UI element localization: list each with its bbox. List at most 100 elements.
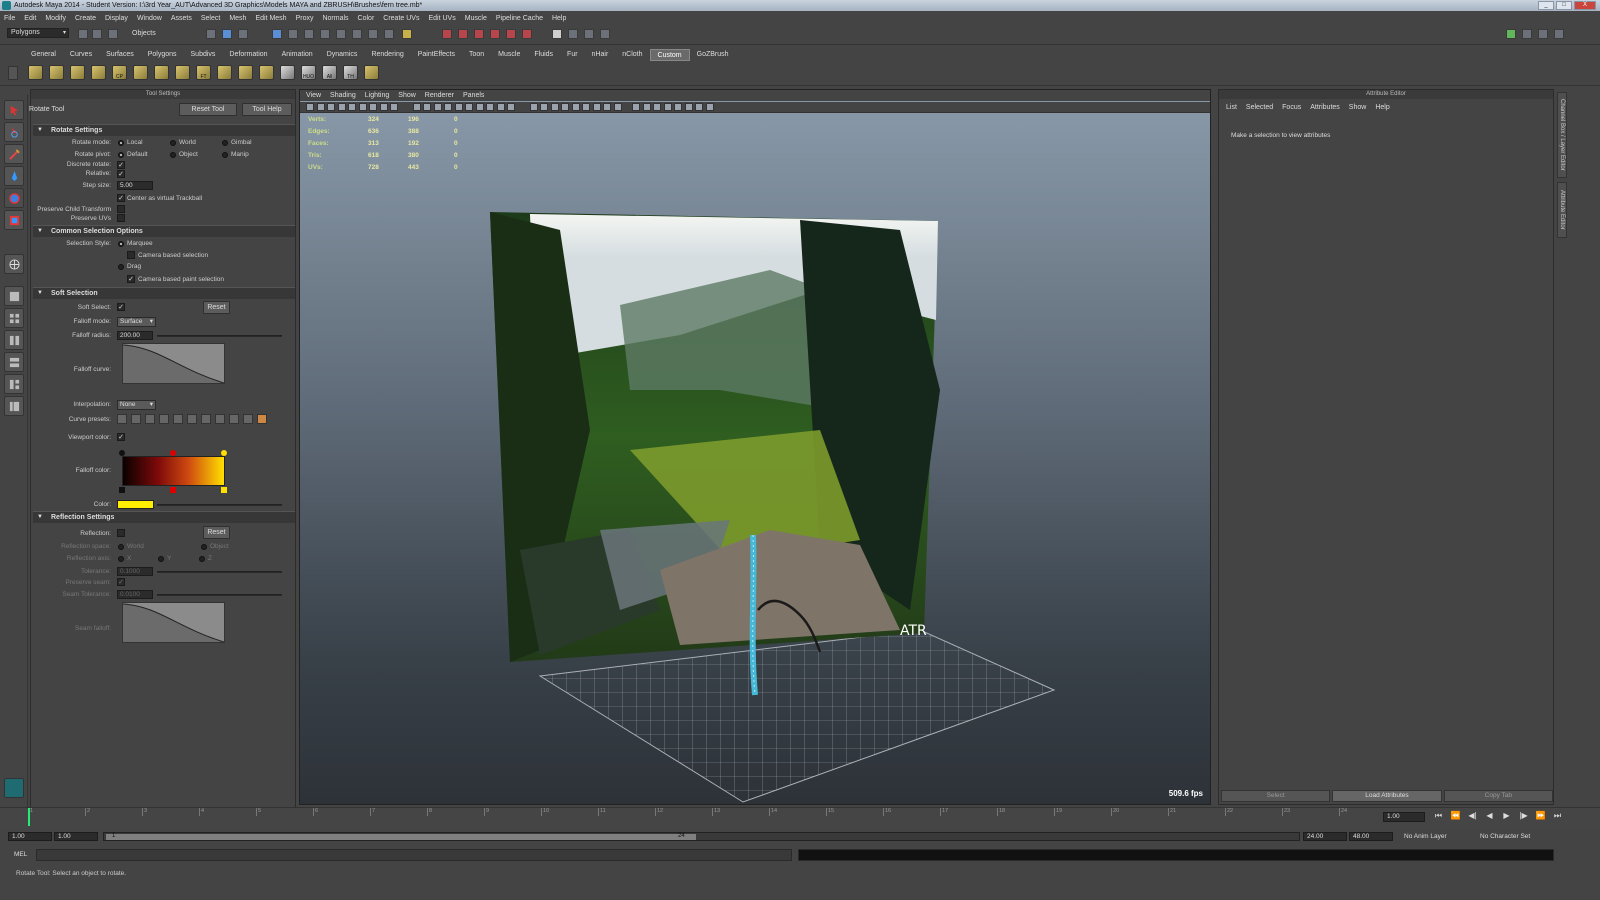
- menu-window[interactable]: Window: [137, 15, 162, 22]
- range-fill[interactable]: [106, 834, 696, 840]
- playback-button-0[interactable]: ⏮: [1432, 811, 1445, 821]
- menu-edit[interactable]: Edit: [24, 15, 36, 22]
- mel-label[interactable]: MEL: [14, 851, 27, 858]
- shelf-button-icon[interactable]: [238, 65, 253, 80]
- shelf-tab-rendering[interactable]: Rendering: [364, 49, 410, 61]
- curve-preset-icon[interactable]: [229, 414, 239, 424]
- reset-tool-button[interactable]: Reset Tool: [179, 103, 237, 116]
- step-size-field[interactable]: 5.00: [117, 181, 153, 190]
- ramp-handle-start[interactable]: [119, 487, 125, 493]
- falloff-mode-dropdown[interactable]: Surface: [117, 317, 156, 327]
- rotate-mode-local-radio[interactable]: [118, 140, 124, 146]
- trackball-checkbox[interactable]: ✓: [117, 194, 125, 202]
- rotate-mode-world-radio[interactable]: [170, 140, 176, 146]
- shelf-button-icon[interactable]: [364, 65, 379, 80]
- history-icon[interactable]: [352, 29, 362, 39]
- transform-icon[interactable]: [568, 29, 578, 39]
- axis-x-radio[interactable]: [118, 556, 124, 562]
- menu-modify[interactable]: Modify: [45, 15, 66, 22]
- curve-preset-icon[interactable]: [215, 414, 225, 424]
- drag-radio[interactable]: [118, 264, 124, 270]
- menu-file[interactable]: File: [4, 15, 15, 22]
- shelf-button-icon[interactable]: [217, 65, 232, 80]
- interpolation-dropdown[interactable]: None: [117, 400, 156, 410]
- menu-mesh[interactable]: Mesh: [229, 15, 246, 22]
- show-attribute-editor-icon[interactable]: [1522, 29, 1532, 39]
- falloff-radius-field[interactable]: 200.00: [117, 331, 153, 340]
- soft-selection-header[interactable]: Soft Selection: [33, 287, 295, 299]
- shelf-tab-curves[interactable]: Curves: [63, 49, 99, 61]
- shelf-tab-ncloth[interactable]: nCloth: [615, 49, 649, 61]
- shelf-tab-toon[interactable]: Toon: [462, 49, 491, 61]
- shelf-tab-surfaces[interactable]: Surfaces: [99, 49, 141, 61]
- tool-help-button[interactable]: Tool Help: [242, 103, 292, 116]
- tolerance-field[interactable]: 0.1000: [117, 567, 153, 576]
- menu-edit-mesh[interactable]: Edit Mesh: [255, 15, 286, 22]
- select-button[interactable]: Select: [1221, 790, 1331, 802]
- select-components-icon[interactable]: [238, 29, 248, 39]
- anim-end-field[interactable]: 48.00: [1349, 832, 1393, 841]
- lock-icon[interactable]: [402, 29, 412, 39]
- reflection-space-object-radio[interactable]: [201, 544, 207, 550]
- menu-pipeline-cache[interactable]: Pipeline Cache: [496, 15, 543, 22]
- playback-button-2[interactable]: ◀|: [1466, 811, 1479, 821]
- layout-hypershade-icon[interactable]: [4, 374, 24, 394]
- soft-select-reset-button[interactable]: Reset: [203, 301, 230, 314]
- discrete-rotate-checkbox[interactable]: ✓: [117, 161, 125, 169]
- shelf-button-icon[interactable]: All: [322, 65, 337, 80]
- curve-preset-icon[interactable]: [117, 414, 127, 424]
- reflection-reset-button[interactable]: Reset: [203, 526, 230, 539]
- falloff-radius-slider[interactable]: [157, 335, 282, 337]
- shelf-tab-fluids[interactable]: Fluids: [527, 49, 560, 61]
- curve-preset-icon[interactable]: [131, 414, 141, 424]
- shelf-button-icon[interactable]: [91, 65, 106, 80]
- snap-view-plane-icon[interactable]: [320, 29, 330, 39]
- construction-history-icon[interactable]: [384, 29, 394, 39]
- menu-muscle[interactable]: Muscle: [465, 15, 487, 22]
- shelf-tab-deformation[interactable]: Deformation: [222, 49, 274, 61]
- shelf-button-icon[interactable]: [259, 65, 274, 80]
- rotate-tool-icon[interactable]: [4, 188, 24, 208]
- menu-display[interactable]: Display: [105, 15, 128, 22]
- paint-select-tool-icon[interactable]: [4, 144, 24, 164]
- menu-color[interactable]: Color: [358, 15, 375, 22]
- seam-falloff-graph[interactable]: [122, 602, 225, 643]
- shelf-tab-muscle[interactable]: Muscle: [491, 49, 527, 61]
- shelf-tab-fur[interactable]: Fur: [560, 49, 585, 61]
- input-output-icon[interactable]: [368, 29, 378, 39]
- snap-together-icon[interactable]: [584, 29, 594, 39]
- menu-assets[interactable]: Assets: [171, 15, 192, 22]
- menu-proxy[interactable]: Proxy: [296, 15, 314, 22]
- menu-set-dropdown[interactable]: Polygons: [7, 28, 69, 38]
- shelf-tab-nhair[interactable]: nHair: [585, 49, 616, 61]
- ipr-render-icon[interactable]: [458, 29, 468, 39]
- color-swatch[interactable]: [117, 500, 154, 509]
- ramp-handle-end[interactable]: [221, 487, 227, 493]
- new-scene-icon[interactable]: [78, 29, 88, 39]
- select-objects-icon[interactable]: [222, 29, 232, 39]
- menu-select[interactable]: Select: [201, 15, 220, 22]
- color-slider[interactable]: [157, 504, 282, 506]
- attr-menu-help[interactable]: Help: [1375, 102, 1389, 114]
- playback-button-1[interactable]: ⏪: [1449, 811, 1462, 821]
- curve-preset-icon[interactable]: [145, 414, 155, 424]
- shelf-tab-animation[interactable]: Animation: [275, 49, 320, 61]
- shelf-button-icon[interactable]: FT: [196, 65, 211, 80]
- save-scene-icon[interactable]: [108, 29, 118, 39]
- falloff-curve-graph[interactable]: [122, 343, 225, 384]
- reflection-settings-header[interactable]: Reflection Settings: [33, 511, 295, 523]
- batch-render-icon[interactable]: [522, 29, 532, 39]
- camera-based-selection-checkbox[interactable]: [127, 251, 135, 259]
- make-live-icon[interactable]: [336, 29, 346, 39]
- channel-box-tab[interactable]: Channel Box / Layer Editor: [1557, 92, 1567, 178]
- ramp-handle-mid[interactable]: [170, 487, 176, 493]
- playback-end-field[interactable]: 24.00: [1303, 832, 1347, 841]
- menu-create[interactable]: Create: [75, 15, 96, 22]
- seam-tolerance-slider[interactable]: [157, 594, 282, 596]
- perspective-viewport[interactable]: View Shading Lighting Show Renderer Panels Ve…: [299, 89, 1211, 805]
- layout-outliner-icon[interactable]: [4, 396, 24, 416]
- character-set-label[interactable]: No Character Set: [1480, 833, 1530, 840]
- toggle-icon[interactable]: [600, 29, 610, 39]
- common-selection-header[interactable]: Common Selection Options: [33, 225, 295, 237]
- anim-start-field[interactable]: 1.00: [8, 832, 52, 841]
